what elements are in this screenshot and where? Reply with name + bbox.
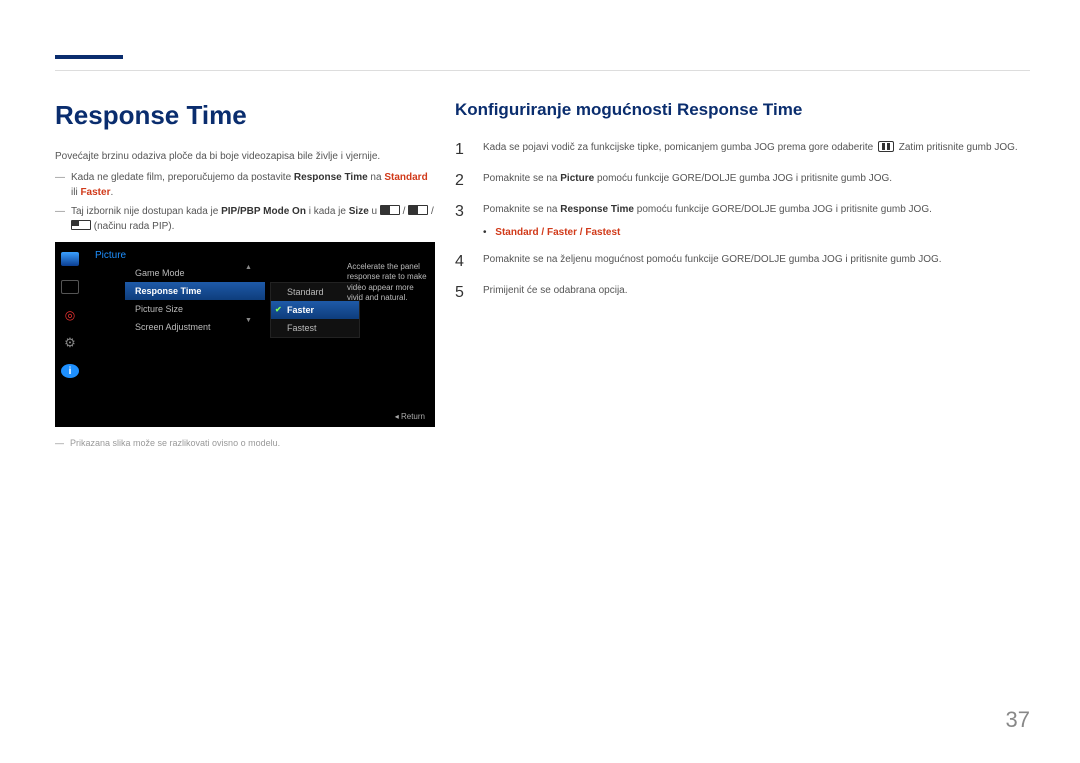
monitor-icon	[61, 252, 79, 266]
note2-f: Size	[349, 206, 369, 217]
left-column: Response Time Povećajte brzinu odaziva p…	[55, 100, 435, 455]
note-2: Taj izbornik nije dostupan kada je PIP/P…	[55, 204, 435, 234]
osd-return-hint: Return	[395, 412, 425, 421]
note2-e: i kada je	[306, 206, 349, 217]
note1-g: .	[110, 187, 113, 198]
note1-a: Kada ne gledate film, preporučujemo da p…	[71, 172, 294, 183]
manual-page: Response Time Povećajte brzinu odaziva p…	[0, 0, 1080, 763]
osd-description: Accelerate the panel response rate to ma…	[347, 262, 427, 304]
pip-size-icon-large	[380, 205, 400, 215]
top-rule	[55, 70, 1030, 71]
osd-screenshot: ◎ ⚙ i Picture Game Mode Response Time Pi…	[55, 242, 435, 427]
osd-option-standard: Standard	[271, 283, 359, 301]
config-heading: Konfiguriranje mogućnosti Response Time	[455, 100, 1030, 120]
osd-item-picture-size: Picture Size	[125, 300, 265, 318]
note2-a: Taj izbornik nije dostupan kada je	[71, 206, 221, 217]
step-1: Kada se pojavi vodič za funkcijske tipke…	[455, 140, 1030, 155]
menu-icon	[878, 141, 894, 152]
note1-d: Standard	[384, 172, 427, 183]
gear-icon: ⚙	[61, 336, 79, 350]
note2-d: On	[292, 206, 306, 217]
step-2: Pomaknite se na Picture pomoću funkcije …	[455, 171, 1030, 186]
osd-option-fastest: Fastest	[271, 319, 359, 337]
options-bullet: Standard / Faster / Fastest	[483, 227, 1030, 238]
image-disclaimer: Prikazana slika može se razlikovati ovis…	[55, 437, 435, 451]
accent-bar	[55, 55, 123, 59]
content-row: Response Time Povećajte brzinu odaziva p…	[55, 100, 1030, 455]
pip-icon	[61, 280, 79, 294]
osd-item-game-mode: Game Mode	[125, 264, 265, 282]
osd-scroll-arrows: ▲▼	[245, 264, 252, 324]
steps-list: Kada se pojavi vodič za funkcijske tipke…	[455, 140, 1030, 217]
intro-text: Povećajte brzinu odaziva ploče da bi boj…	[55, 149, 435, 164]
note1-c: na	[368, 172, 385, 183]
osd-option-faster: Faster	[271, 301, 359, 319]
note1-f: Faster	[80, 187, 110, 198]
note-1: Kada ne gledate film, preporučujemo da p…	[55, 170, 435, 200]
note1-b: Response Time	[294, 172, 368, 183]
steps-list-2: Pomaknite se na željenu mogućnost pomoću…	[455, 252, 1030, 298]
right-column: Konfiguriranje mogućnosti Response Time …	[455, 100, 1030, 455]
osd-sidebar: ◎ ⚙ i	[55, 242, 85, 427]
osd-item-response-time: Response Time	[125, 282, 265, 300]
section-heading: Response Time	[55, 100, 435, 131]
osd-menu-primary: Game Mode Response Time Picture Size Scr…	[125, 264, 265, 336]
target-icon: ◎	[61, 308, 79, 322]
note2-h: (načinu rada PIP).	[94, 221, 175, 232]
step-4: Pomaknite se na željenu mogućnost pomoću…	[455, 252, 1030, 267]
osd-item-screen-adjustment: Screen Adjustment	[125, 318, 265, 336]
osd-main: Picture Game Mode Response Time Picture …	[85, 242, 435, 427]
step-5: Primijenit će se odabrana opcija.	[455, 283, 1030, 298]
step-3: Pomaknite se na Response Time pomoću fun…	[455, 202, 1030, 217]
note2-b: PIP/PBP Mode	[221, 206, 289, 217]
note2-g: u	[369, 206, 377, 217]
page-number: 37	[1006, 707, 1030, 733]
info-icon: i	[61, 364, 79, 378]
pip-size-icon-small	[71, 220, 91, 230]
pip-size-icon-med	[408, 205, 428, 215]
